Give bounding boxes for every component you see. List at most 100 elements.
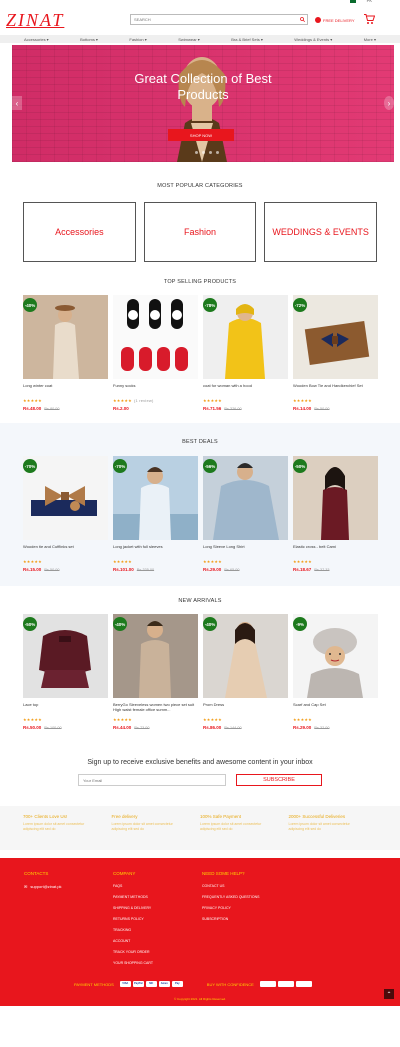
search-input[interactable] xyxy=(131,15,297,24)
discount-badge: -70% xyxy=(23,459,37,473)
product-name[interactable]: Prom Dress xyxy=(203,702,288,714)
search-icon[interactable] xyxy=(297,15,307,24)
shop-now-button[interactable]: SHOP NOW xyxy=(168,129,234,141)
language-selector[interactable]: PK xyxy=(367,0,372,3)
category-weddings-events[interactable]: WEDDINGS & EVENTS xyxy=(264,202,378,262)
product-card[interactable]: -40% BerryGo Sleeveless women two piece … xyxy=(113,614,198,730)
rating-stars: ★★★★★ xyxy=(113,717,132,722)
footer-link-payment-methods[interactable]: PAYMENT METHODS xyxy=(113,895,153,899)
footer-link-track-order[interactable]: TRACK YOUR ORDER xyxy=(113,950,153,954)
footer-link-returns[interactable]: RETURNS POLICY xyxy=(113,917,153,921)
product-card[interactable]: -50% Elastic cross - belt Cami ★★★★★ Rs.… xyxy=(293,456,378,572)
footer-link-faq[interactable]: FREQUENTLY ASKED QUESTIONS xyxy=(202,895,259,899)
features-strip: 700+ Clients Love Us! Lorem ipsum dolor s… xyxy=(0,806,400,850)
product-image[interactable]: -50% xyxy=(293,456,378,540)
product-price: Rs.18.67 Rs.37.33 xyxy=(293,567,330,572)
product-name[interactable]: coat for woman with a hood xyxy=(203,383,288,395)
product-name[interactable]: Wooden Bow Tie and Handkerchief Set xyxy=(293,383,378,395)
product-card[interactable]: -78% coat for woman with a hood ★★★★★ Rs… xyxy=(203,295,288,411)
newsletter-text: Sign up to receive exclusive benefits an… xyxy=(87,759,313,766)
nav-item-accessories[interactable]: Accessories ▾ xyxy=(24,37,49,42)
nav-item-weddings-events[interactable]: Weddings & Events ▾ xyxy=(294,37,332,42)
product-image[interactable]: -70% xyxy=(113,456,198,540)
pakistan-flag-icon[interactable] xyxy=(350,0,356,3)
product-name[interactable]: Long jacket with full sleeves xyxy=(113,544,198,556)
header: ZINAT FREE DELIVERY xyxy=(0,5,400,35)
product-image[interactable]: -40% xyxy=(203,614,288,698)
free-delivery[interactable]: FREE DELIVERY xyxy=(315,17,355,23)
product-card[interactable]: -50% Lace top ★★★★★ Rs.50.00 Rs.100.00 xyxy=(23,614,108,730)
rating-stars: ★★★★★ xyxy=(23,559,42,564)
footer-link-tracking[interactable]: TRACKING xyxy=(113,928,153,932)
best-deals-section: BEST DEALS -70% Wooden tie and Cufflinks… xyxy=(0,423,400,586)
product-name[interactable]: Long Sleeve Long Shirt xyxy=(203,544,288,556)
payment-row: PAYMENT METHODS VISA PayPal MC Amex Pay … xyxy=(0,981,400,987)
product-image[interactable]: -78% xyxy=(203,295,288,379)
feature-title: Free delivery xyxy=(111,814,138,819)
feature-title: 100% Safe Payment xyxy=(200,814,242,819)
rating-stars: ★★★★★ xyxy=(293,398,312,403)
nav-item-more[interactable]: More ▾ xyxy=(364,37,376,42)
nav-item-bra-brief-sets[interactable]: Bra & Brief Sets ▾ xyxy=(231,37,263,42)
product-card[interactable]: Funny socks ★★★★★ (1 review) Rs.2.00 xyxy=(113,295,198,411)
feature-text: Lorem ipsum dolor sit amet consectetur a… xyxy=(23,822,85,831)
product-image[interactable]: -50% xyxy=(23,614,108,698)
category-accessories[interactable]: Accessories xyxy=(23,202,136,262)
product-name[interactable]: Funny socks xyxy=(113,383,198,395)
nav-item-bottoms[interactable]: Bottoms ▾ xyxy=(80,37,98,42)
footer-link-contact[interactable]: CONTACT US xyxy=(202,884,259,888)
product-card[interactable]: -40% Long winter coat ★★★★★ Rs.48.00 Rs.8… xyxy=(23,295,108,411)
cart-icon[interactable] xyxy=(363,13,375,25)
product-name[interactable]: Elastic cross - belt Cami xyxy=(293,544,378,556)
product-card[interactable]: -56% Long Sleeve Long Shirt ★★★★★ Rs.29.… xyxy=(203,456,288,572)
product-name[interactable]: Wooden tie and Cufflinks set xyxy=(23,544,108,556)
product-card[interactable]: -40% Prom Dress ★★★★★ Rs.86.00 Rs.144.00 xyxy=(203,614,288,730)
rating-stars: ★★★★★ xyxy=(203,559,222,564)
nav-item-fashion[interactable]: Fashion ▾ xyxy=(129,37,146,42)
rating-stars: ★★★★★ xyxy=(203,398,222,403)
top-selling-products: -40% Long winter coat ★★★★★ Rs.48.00 Rs.8… xyxy=(0,295,400,411)
footer-contacts: CONTACTS ✉ support@zinat.pk xyxy=(24,871,62,889)
footer-link-shipping[interactable]: SHIPPING & DELIVERY xyxy=(113,906,153,910)
newsletter-email-input[interactable] xyxy=(78,774,226,786)
category-fashion[interactable]: Fashion xyxy=(143,202,257,262)
mail-icon: ✉ xyxy=(24,884,28,889)
product-name[interactable]: Lace top xyxy=(23,702,108,714)
slider-next-icon[interactable]: › xyxy=(384,96,394,110)
product-image[interactable]: -40% xyxy=(113,614,198,698)
nav-item-swimwear[interactable]: Swimwear ▾ xyxy=(178,37,200,42)
product-name[interactable]: Long winter coat xyxy=(23,383,108,395)
visa-icon: VISA xyxy=(119,981,131,987)
slider-dot[interactable] xyxy=(202,151,205,154)
product-image[interactable]: -56% xyxy=(203,456,288,540)
footer-link-faqs[interactable]: FAQS xyxy=(113,884,153,888)
product-image[interactable]: -72% xyxy=(293,295,378,379)
subscribe-button[interactable]: SUBSCRIBE xyxy=(236,774,322,786)
scroll-top-icon[interactable]: ⌃ xyxy=(384,989,394,999)
slider-dot[interactable] xyxy=(209,151,212,154)
product-card[interactable]: -70% Wooden tie and Cufflinks set ★★★★★ … xyxy=(23,456,108,572)
product-card[interactable]: -72% Wooden Bow Tie and Handkerchief Set… xyxy=(293,295,378,411)
product-price: Rs.14.00 Rs.50.00 xyxy=(293,406,330,411)
ssl-badge-icon xyxy=(295,981,312,987)
footer-link-subscription[interactable]: SUBSCRIPTION xyxy=(202,917,259,921)
product-image[interactable] xyxy=(113,295,198,379)
slider-dot[interactable] xyxy=(195,151,198,154)
product-name[interactable]: Scarf and Cap Set xyxy=(293,702,378,714)
feature-text: Lorem ipsum dolor sit amet consectetur a… xyxy=(200,822,262,831)
slider-dot[interactable] xyxy=(216,151,219,154)
slider-prev-icon[interactable]: ‹ xyxy=(12,96,22,110)
footer-link-cart[interactable]: YOUR SHOPPING CART xyxy=(113,961,153,965)
product-image[interactable]: -9% xyxy=(293,614,378,698)
product-name[interactable]: BerryGo Sleeveless women two piece set s… xyxy=(113,702,198,714)
product-image[interactable]: -40% xyxy=(23,295,108,379)
footer-link-privacy[interactable]: PRIVACY POLICY xyxy=(202,906,259,910)
logo[interactable]: ZINAT xyxy=(6,10,66,31)
footer-email[interactable]: ✉ support@zinat.pk xyxy=(24,884,62,889)
rating-stars: ★★★★★ xyxy=(23,717,42,722)
product-image[interactable]: -70% xyxy=(23,456,108,540)
footer-link-account[interactable]: ACCOUNT xyxy=(113,939,153,943)
product-card[interactable]: -9% Scarf and Cap Set ★★★★★ Rs.29.00 Rs.3… xyxy=(293,614,378,730)
product-card[interactable]: -70% Long jacket with full sleeves ★★★★★… xyxy=(113,456,198,572)
amex-icon: Amex xyxy=(158,981,170,987)
